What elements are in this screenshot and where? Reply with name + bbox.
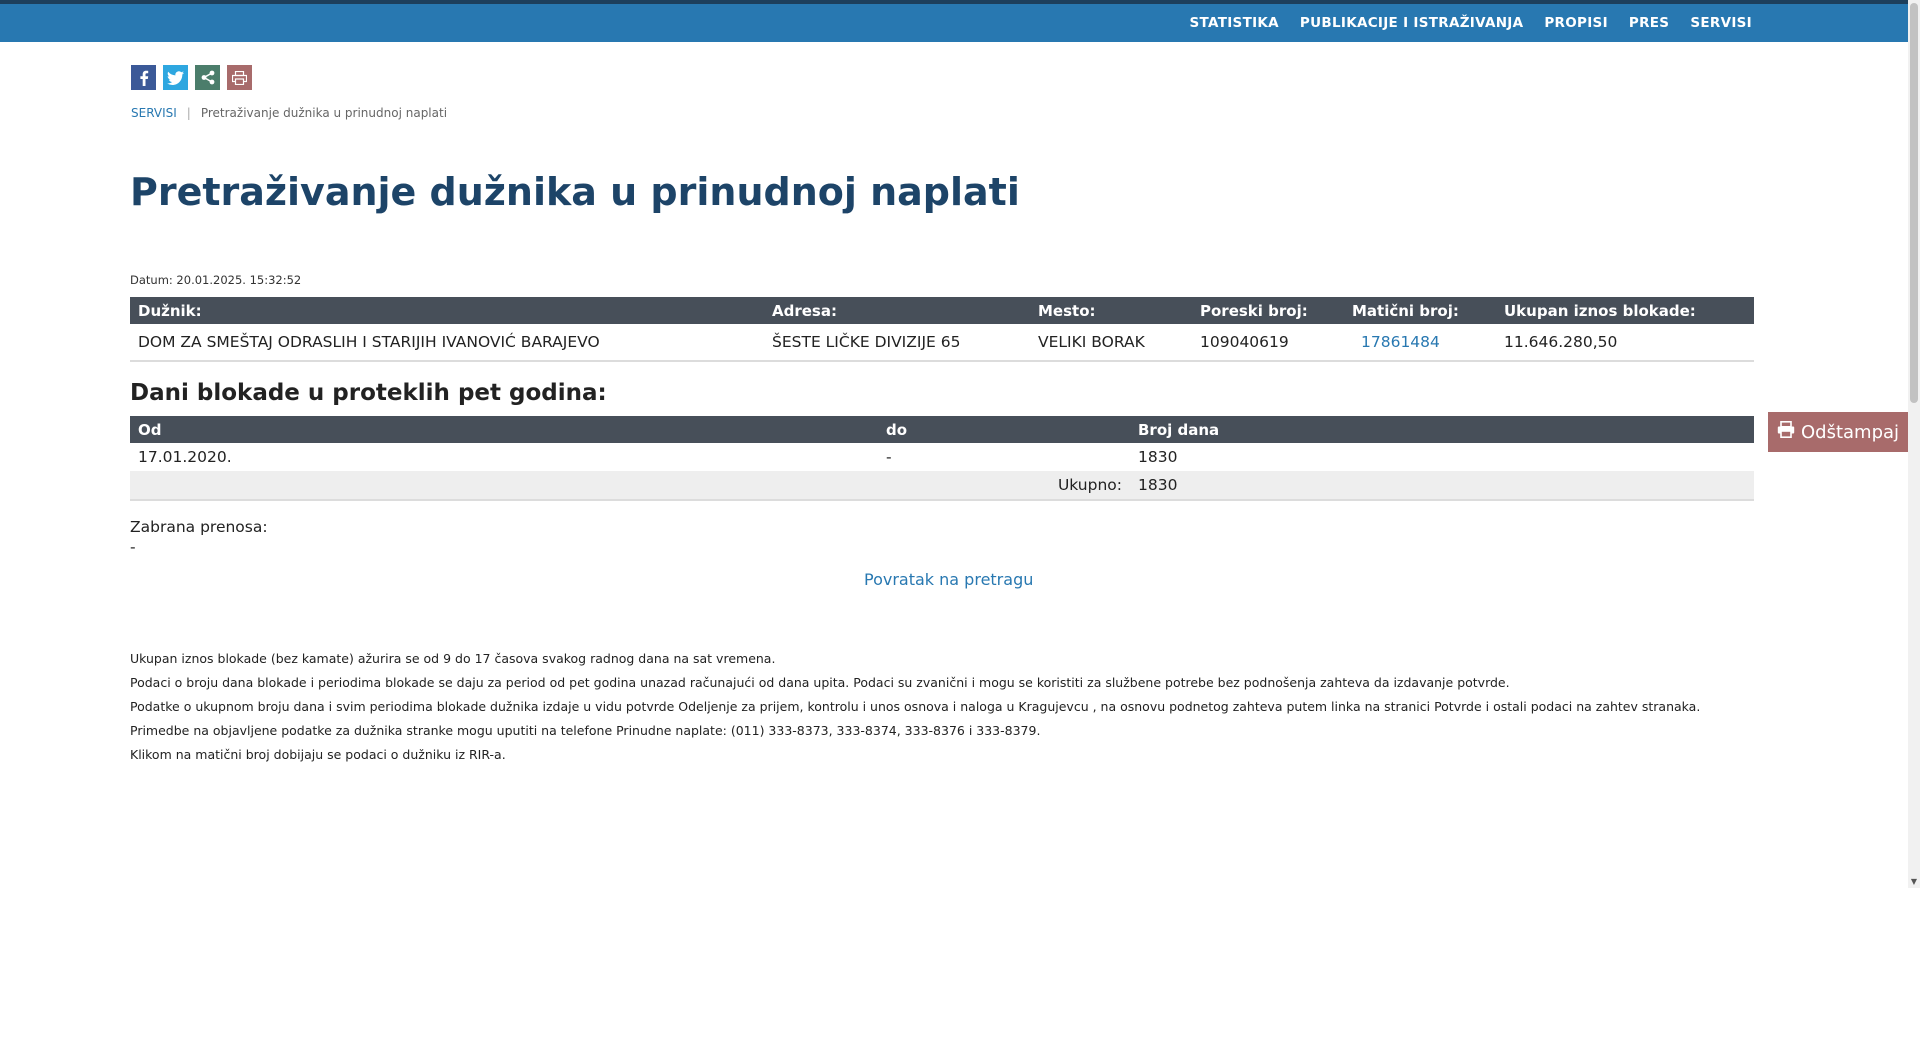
print-icon[interactable] xyxy=(227,65,252,90)
share-icon[interactable] xyxy=(195,65,220,90)
header-adresa: Adresa: xyxy=(764,297,1030,324)
info-notes: Ukupan iznos blokade (bez kamate) ažurir… xyxy=(130,649,1700,769)
nav-item-publikacije[interactable]: PUBLIKACIJE I ISTRAŽIVANJA xyxy=(1300,15,1523,31)
total-spacer xyxy=(130,471,878,501)
breadcrumb-servisi-link[interactable]: SERVISI xyxy=(131,106,177,120)
blockade-heading: Dani blokade u proteklih pet godina: xyxy=(130,380,607,406)
breadcrumb-current: Pretraživanje dužnika u prinudnoj naplat… xyxy=(200,106,448,120)
blockade-table-header: Od do Broj dana xyxy=(130,416,1754,443)
total-value: 1830 xyxy=(1130,471,1754,501)
debtor-name: DOM ZA SMEŠTAJ ODRASLIH I STARIJIH IVANO… xyxy=(130,324,764,362)
printer-icon xyxy=(1777,421,1795,443)
nav-item-propisi[interactable]: PROPISI xyxy=(1544,15,1608,31)
debtor-table: Dužnik: Adresa: Mesto: Poreski broj: Mat… xyxy=(130,297,1754,362)
note-line: Podatke o ukupnom broju dana i svim peri… xyxy=(130,699,1701,714)
blockade-total-row: Ukupno: 1830 xyxy=(130,471,1754,501)
table-row: DOM ZA SMEŠTAJ ODRASLIH I STARIJIH IVANO… xyxy=(130,324,1754,362)
scroll-down-arrow-icon[interactable]: ▼ xyxy=(1908,876,1920,888)
vertical-scrollbar[interactable]: ▼ xyxy=(1908,0,1920,888)
debtor-table-header: Dužnik: Adresa: Mesto: Poreski broj: Mat… xyxy=(130,297,1754,324)
blockade-to: - xyxy=(886,448,892,466)
blockade-days: 1830 xyxy=(1138,448,1178,466)
twitter-icon[interactable] xyxy=(163,65,188,90)
header-maticni-broj: Matični broj: xyxy=(1344,297,1496,324)
debtor-total-amount: 11.646.280,50 xyxy=(1496,324,1754,362)
top-navigation-bar: STATISTIKA PUBLIKACIJE I ISTRAŽIVANJA PR… xyxy=(0,0,1908,42)
back-to-search-link[interactable]: Povratak na pretragu xyxy=(864,570,1033,589)
nav-item-pres[interactable]: PRES xyxy=(1629,15,1669,31)
header-do: do xyxy=(878,416,1130,443)
page-title: Pretraživanje dužnika u prinudnoj naplat… xyxy=(130,170,1020,214)
print-button[interactable]: Odštampaj xyxy=(1768,412,1908,452)
breadcrumb-separator: | xyxy=(186,106,191,120)
debtor-place: VELIKI BORAK xyxy=(1030,324,1192,362)
blockade-from: 17.01.2020. xyxy=(138,448,232,466)
query-datetime: Datum: 20.01.2025. 15:32:52 xyxy=(130,273,302,287)
total-label: Ukupno: xyxy=(878,471,1130,501)
transfer-ban-label: Zabrana prenosa: xyxy=(130,518,268,536)
table-row: 17.01.2020. - 1830 xyxy=(130,443,1754,471)
print-button-label: Odštampaj xyxy=(1800,421,1900,443)
main-nav: STATISTIKA PUBLIKACIJE I ISTRAŽIVANJA PR… xyxy=(1190,4,1752,42)
header-od: Od xyxy=(130,416,878,443)
nav-item-servisi[interactable]: SERVISI xyxy=(1690,15,1752,31)
note-line: Klikom na matični broj dobijaju se podac… xyxy=(130,747,506,762)
breadcrumb: SERVISI | Pretraživanje dužnika u prinud… xyxy=(131,106,447,120)
debtor-tax-number: 109040619 xyxy=(1192,324,1344,362)
note-line: Primedbe na objavljene podatke za dužnik… xyxy=(130,723,1041,738)
debtor-reg-number-cell: 17861484 xyxy=(1344,324,1496,362)
header-poreski-broj: Poreski broj: xyxy=(1192,297,1344,324)
debtor-address: ŠESTE LIČKE DIVIZIJE 65 xyxy=(764,324,1030,362)
scrollbar-thumb[interactable] xyxy=(1910,3,1918,403)
blockade-table: Od do Broj dana 17.01.2020. - 1830 Ukupn… xyxy=(130,416,1754,501)
facebook-icon[interactable] xyxy=(131,65,156,90)
note-line: Ukupan iznos blokade (bez kamate) ažurir… xyxy=(130,651,776,666)
note-line: Podaci o broju dana blokade i periodima … xyxy=(130,675,1510,690)
header-mesto: Mesto: xyxy=(1030,297,1192,324)
header-broj-dana: Broj dana xyxy=(1130,416,1754,443)
header-ukupan-iznos: Ukupan iznos blokade: xyxy=(1496,297,1754,324)
header-duznik: Dužnik: xyxy=(130,297,764,324)
transfer-ban-value: - xyxy=(130,538,136,556)
nav-item-statistika[interactable]: STATISTIKA xyxy=(1190,15,1279,31)
share-buttons xyxy=(131,65,252,90)
registration-number-link[interactable]: 17861484 xyxy=(1352,333,1440,351)
